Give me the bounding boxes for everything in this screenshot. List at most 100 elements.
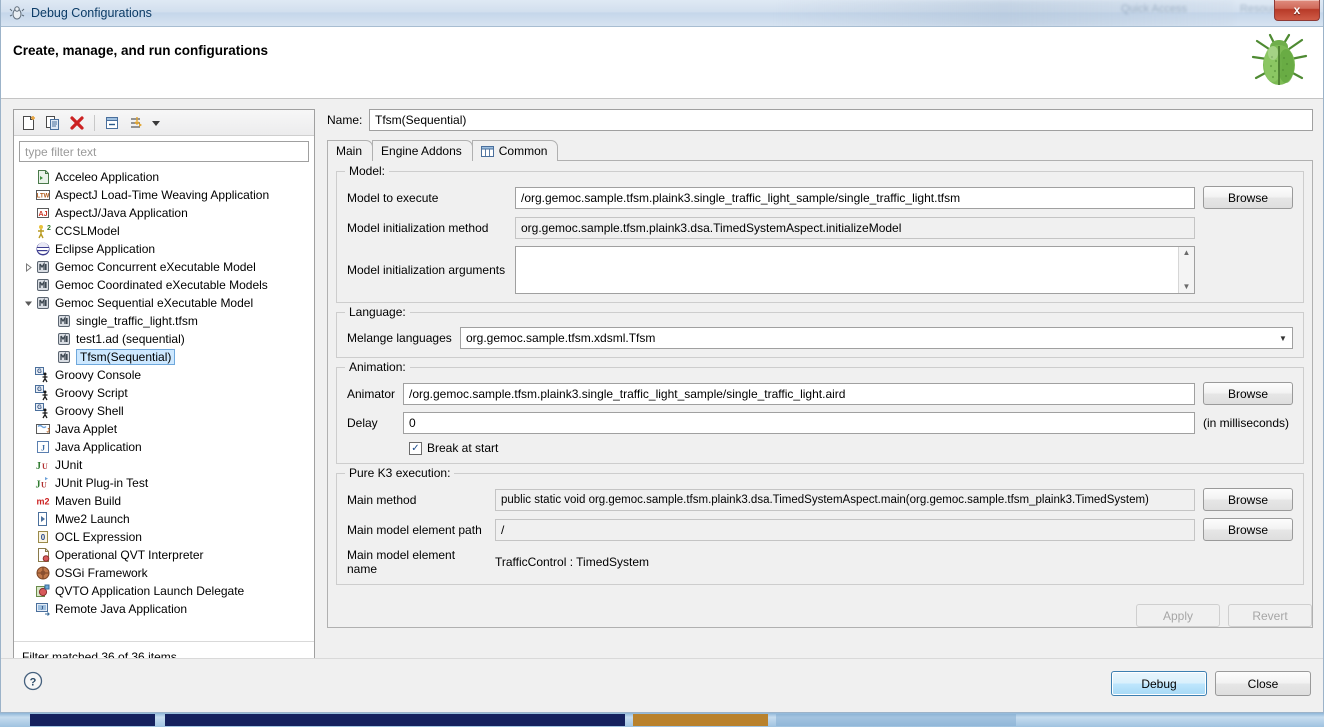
configuration-editor-panel: Name: Tfsm(Sequential) MainEngine Addons… <box>327 109 1313 672</box>
name-label: Name: <box>327 113 369 127</box>
collapse-all-icon[interactable] <box>101 112 123 133</box>
gemoc-icon <box>56 331 72 347</box>
svg-text:G: G <box>37 387 42 393</box>
model-initialization-arguments-label: Model initialization arguments <box>347 263 515 277</box>
animator-browse-button[interactable]: Browse <box>1203 382 1293 405</box>
tree-twisty-spacer <box>22 189 35 202</box>
view-menu-chevron-icon[interactable] <box>149 112 163 133</box>
tree-item-java-application[interactable]: JJava Application <box>14 438 314 456</box>
tree-item-label: AspectJ Load-Time Weaving Application <box>55 187 269 203</box>
tree-item-label: Maven Build <box>55 493 121 509</box>
tree-item-mwe2-launch[interactable]: Mwe2 Launch <box>14 510 314 528</box>
duplicate-configuration-icon[interactable] <box>42 112 64 133</box>
model-group: Model: Model to execute /org.gemoc.sampl… <box>336 171 1304 303</box>
help-icon[interactable]: ? <box>23 671 43 691</box>
delay-input[interactable]: 0 <box>403 412 1195 434</box>
tree-item-label: OSGi Framework <box>55 565 148 581</box>
apply-revert-row: Apply Revert <box>1136 604 1312 627</box>
tree-item-osgi-framework[interactable]: OSGi Framework <box>14 564 314 582</box>
gemoc-icon <box>35 259 51 275</box>
new-configuration-icon[interactable] <box>18 112 40 133</box>
configurations-tree-panel: type filter text Acceleo ApplicationLTWA… <box>13 109 315 672</box>
tree-item-single-traffic-light-tfsm[interactable]: single_traffic_light.tfsm <box>14 312 314 330</box>
tree-item-junit[interactable]: JUJUnit <box>14 456 314 474</box>
main-model-element-path-label: Main model element path <box>347 523 495 537</box>
chevron-down-icon[interactable]: ▼ <box>1274 334 1292 343</box>
main-model-element-name-row: Main model element name TrafficControl :… <box>347 548 1293 576</box>
svg-text:U: U <box>41 481 47 490</box>
tree-item-groovy-script[interactable]: G Groovy Script <box>14 384 314 402</box>
taskbar-item[interactable] <box>776 714 1016 726</box>
tree-item-gemoc-coordinated-executable-models[interactable]: Gemoc Coordinated eXecutable Models <box>14 276 314 294</box>
tree-item-gemoc-sequential-executable-model[interactable]: Gemoc Sequential eXecutable Model <box>14 294 314 312</box>
pure-k3-group-title: Pure K3 execution: <box>345 466 454 480</box>
main-method-browse-button[interactable]: Browse <box>1203 488 1293 511</box>
filter-launch-configurations-icon[interactable] <box>125 112 147 133</box>
close-button[interactable]: Close <box>1215 671 1311 696</box>
break-at-start-row: ✓ Break at start <box>347 441 1293 455</box>
tree-item-gemoc-concurrent-executable-model[interactable]: Gemoc Concurrent eXecutable Model <box>14 258 314 276</box>
break-at-start-checkbox[interactable]: ✓ <box>409 442 422 455</box>
arguments-scrollbar[interactable]: ▲ ▼ <box>1178 247 1194 293</box>
tree-item-acceleo-application[interactable]: Acceleo Application <box>14 168 314 186</box>
dialog-footer: ? Debug Close <box>1 658 1323 712</box>
model-to-execute-input[interactable]: /org.gemoc.sample.tfsm.plaink3.single_tr… <box>515 187 1195 209</box>
scroll-up-icon[interactable]: ▲ <box>1183 249 1191 257</box>
animation-group-title: Animation: <box>345 360 410 374</box>
tree-item-label: Groovy Script <box>55 385 128 401</box>
tree-item-eclipse-application[interactable]: Eclipse Application <box>14 240 314 258</box>
configuration-name-input[interactable]: Tfsm(Sequential) <box>369 109 1313 131</box>
green-bug-icon <box>1245 31 1311 93</box>
launch-configuration-tree[interactable]: Acceleo ApplicationLTWAspectJ Load-Time … <box>14 166 314 641</box>
taskbar-item-active[interactable] <box>633 714 768 726</box>
tree-item-operational-qvt-interpreter[interactable]: Operational QVT Interpreter <box>14 546 314 564</box>
tree-twisty-spacer <box>22 531 35 544</box>
chevron-right-icon[interactable] <box>22 261 35 274</box>
taskbar-item[interactable] <box>30 714 155 726</box>
tree-item-test1-ad-sequential[interactable]: test1.ad (sequential) <box>14 330 314 348</box>
groovy-icon: G <box>35 403 51 419</box>
tree-item-junit-plug-in-test[interactable]: JUJUnit Plug-in Test <box>14 474 314 492</box>
tree-item-label: OCL Expression <box>55 529 142 545</box>
animator-input[interactable]: /org.gemoc.sample.tfsm.plaink3.single_tr… <box>403 383 1195 405</box>
tree-item-groovy-shell[interactable]: GGroovy Shell <box>14 402 314 420</box>
tab-engine-addons[interactable]: Engine Addons <box>372 140 473 161</box>
main-method-row: Main method public static void org.gemoc… <box>347 488 1293 511</box>
tree-item-aspectj-java-application[interactable]: AJAspectJ/Java Application <box>14 204 314 222</box>
tree-item-ccslmodel[interactable]: 2CCSLModel <box>14 222 314 240</box>
model-to-execute-browse-button[interactable]: Browse <box>1203 186 1293 209</box>
main-model-element-path-browse-button[interactable]: Browse <box>1203 518 1293 541</box>
tree-item-label: Java Applet <box>55 421 117 437</box>
revert-button[interactable]: Revert <box>1228 604 1312 627</box>
tree-item-label: Gemoc Sequential eXecutable Model <box>55 295 253 311</box>
taskbar-item[interactable] <box>165 714 625 726</box>
window-title: Debug Configurations <box>31 6 152 20</box>
filter-input[interactable]: type filter text <box>19 141 309 162</box>
tree-twisty-spacer <box>22 567 35 580</box>
tree-item-label: Gemoc Concurrent eXecutable Model <box>55 259 256 275</box>
scroll-down-icon[interactable]: ▼ <box>1183 283 1191 291</box>
model-initialization-arguments-input[interactable]: ▲ ▼ <box>515 246 1195 294</box>
mwe2-icon <box>35 511 51 527</box>
tree-item-qvto-application-launch-delegate[interactable]: QVTO Application Launch Delegate <box>14 582 314 600</box>
tree-item-maven-build[interactable]: m2Maven Build <box>14 492 314 510</box>
tree-item-aspectj-load-time-weaving-application[interactable]: LTWAspectJ Load-Time Weaving Application <box>14 186 314 204</box>
aj-icon: AJ <box>35 205 51 221</box>
melange-languages-select[interactable]: org.gemoc.sample.tfsm.xdsml.Tfsm ▼ <box>460 327 1293 349</box>
apply-button[interactable]: Apply <box>1136 604 1220 627</box>
tree-item-tfsm-sequential[interactable]: Tfsm(Sequential) <box>14 348 314 366</box>
remote-java-icon: J <box>35 601 51 617</box>
tree-twisty-spacer <box>22 495 35 508</box>
tab-main[interactable]: Main <box>327 140 373 161</box>
delete-configuration-icon[interactable] <box>66 112 88 133</box>
window-close-button[interactable]: x <box>1274 0 1320 21</box>
tree-item-java-applet[interactable]: JJava Applet <box>14 420 314 438</box>
tree-item-ocl-expression[interactable]: 0OCL Expression <box>14 528 314 546</box>
tree-item-groovy-console[interactable]: GGroovy Console <box>14 366 314 384</box>
chevron-down-icon[interactable] <box>22 297 35 310</box>
tree-twisty-spacer <box>22 513 35 526</box>
tab-common[interactable]: Common <box>472 140 559 161</box>
debug-button[interactable]: Debug <box>1111 671 1207 696</box>
language-group: Language: Melange languages org.gemoc.sa… <box>336 312 1304 358</box>
tree-item-remote-java-application[interactable]: JRemote Java Application <box>14 600 314 618</box>
